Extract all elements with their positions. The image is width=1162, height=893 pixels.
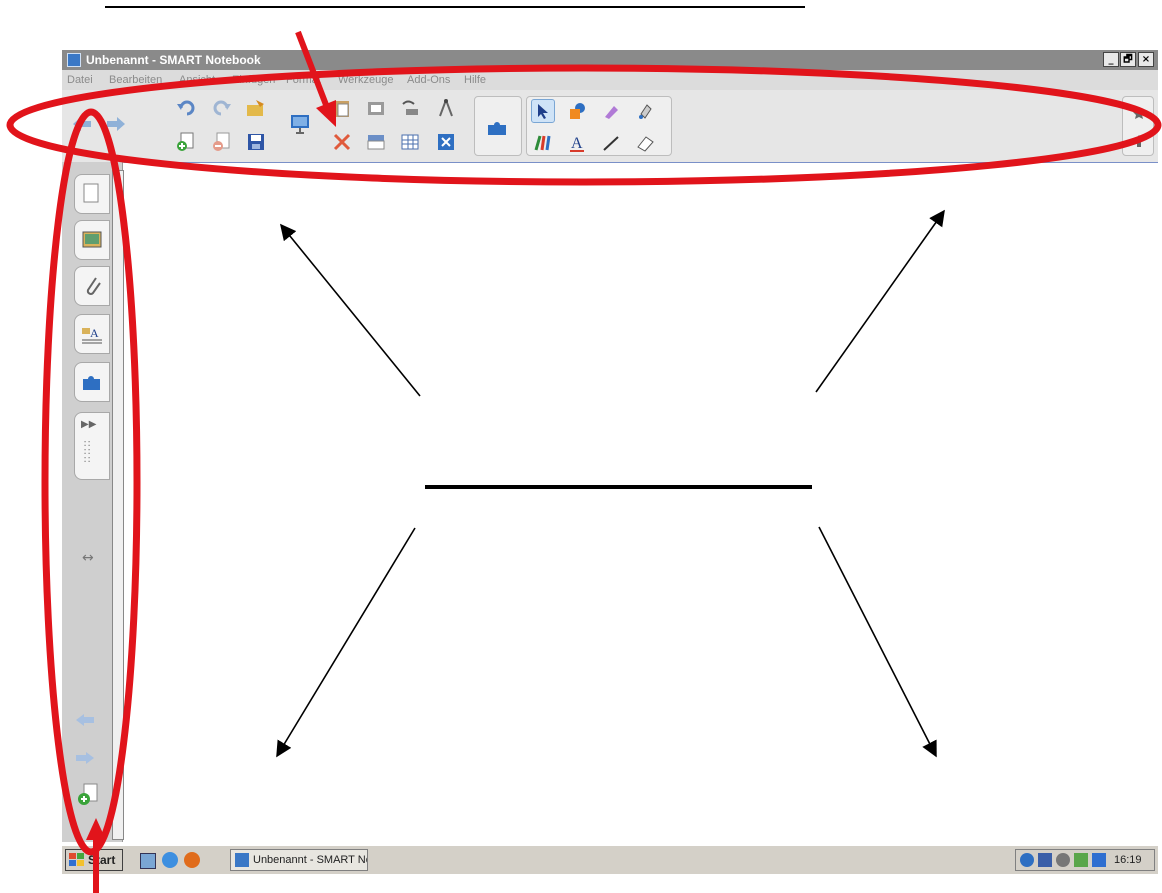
annotation-overlay — [6, 30, 1162, 893]
arrow-top-right — [815, 209, 945, 393]
sidebar-highlight-ellipse — [41, 108, 141, 856]
arrow-bottom-right — [818, 526, 937, 758]
toolbar-highlight-ellipse — [6, 64, 1162, 186]
arrow-top-left — [279, 223, 421, 397]
arrow-bottom-left — [276, 527, 416, 758]
